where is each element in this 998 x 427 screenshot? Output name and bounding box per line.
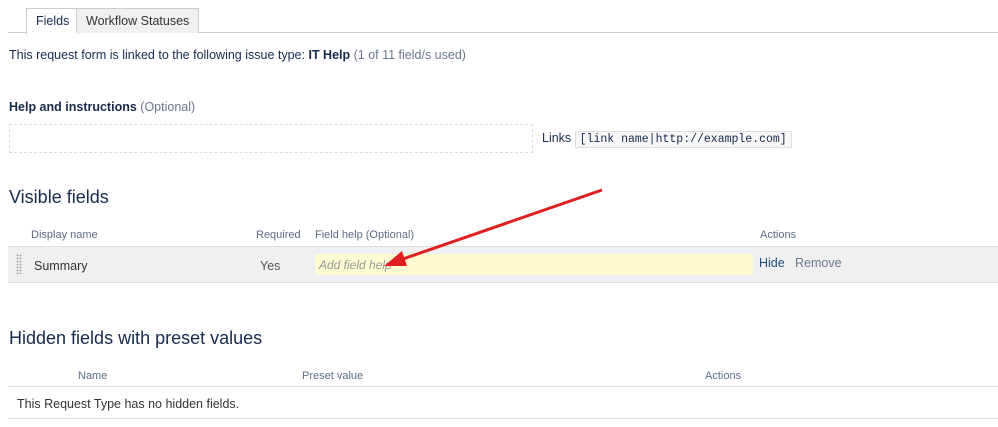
- hidden-fields-table: This Request Type has no hidden fields.: [8, 386, 998, 419]
- red-arrow-annotation: [384, 188, 603, 266]
- col-preset-value: Preset value: [302, 370, 364, 382]
- col-name: Name: [78, 370, 108, 382]
- empty-message: This Request Type has no hidden fields.: [17, 397, 240, 411]
- hidden-fields-title: Hidden fields with preset values: [9, 328, 263, 348]
- col-hidden-actions: Actions: [705, 370, 742, 382]
